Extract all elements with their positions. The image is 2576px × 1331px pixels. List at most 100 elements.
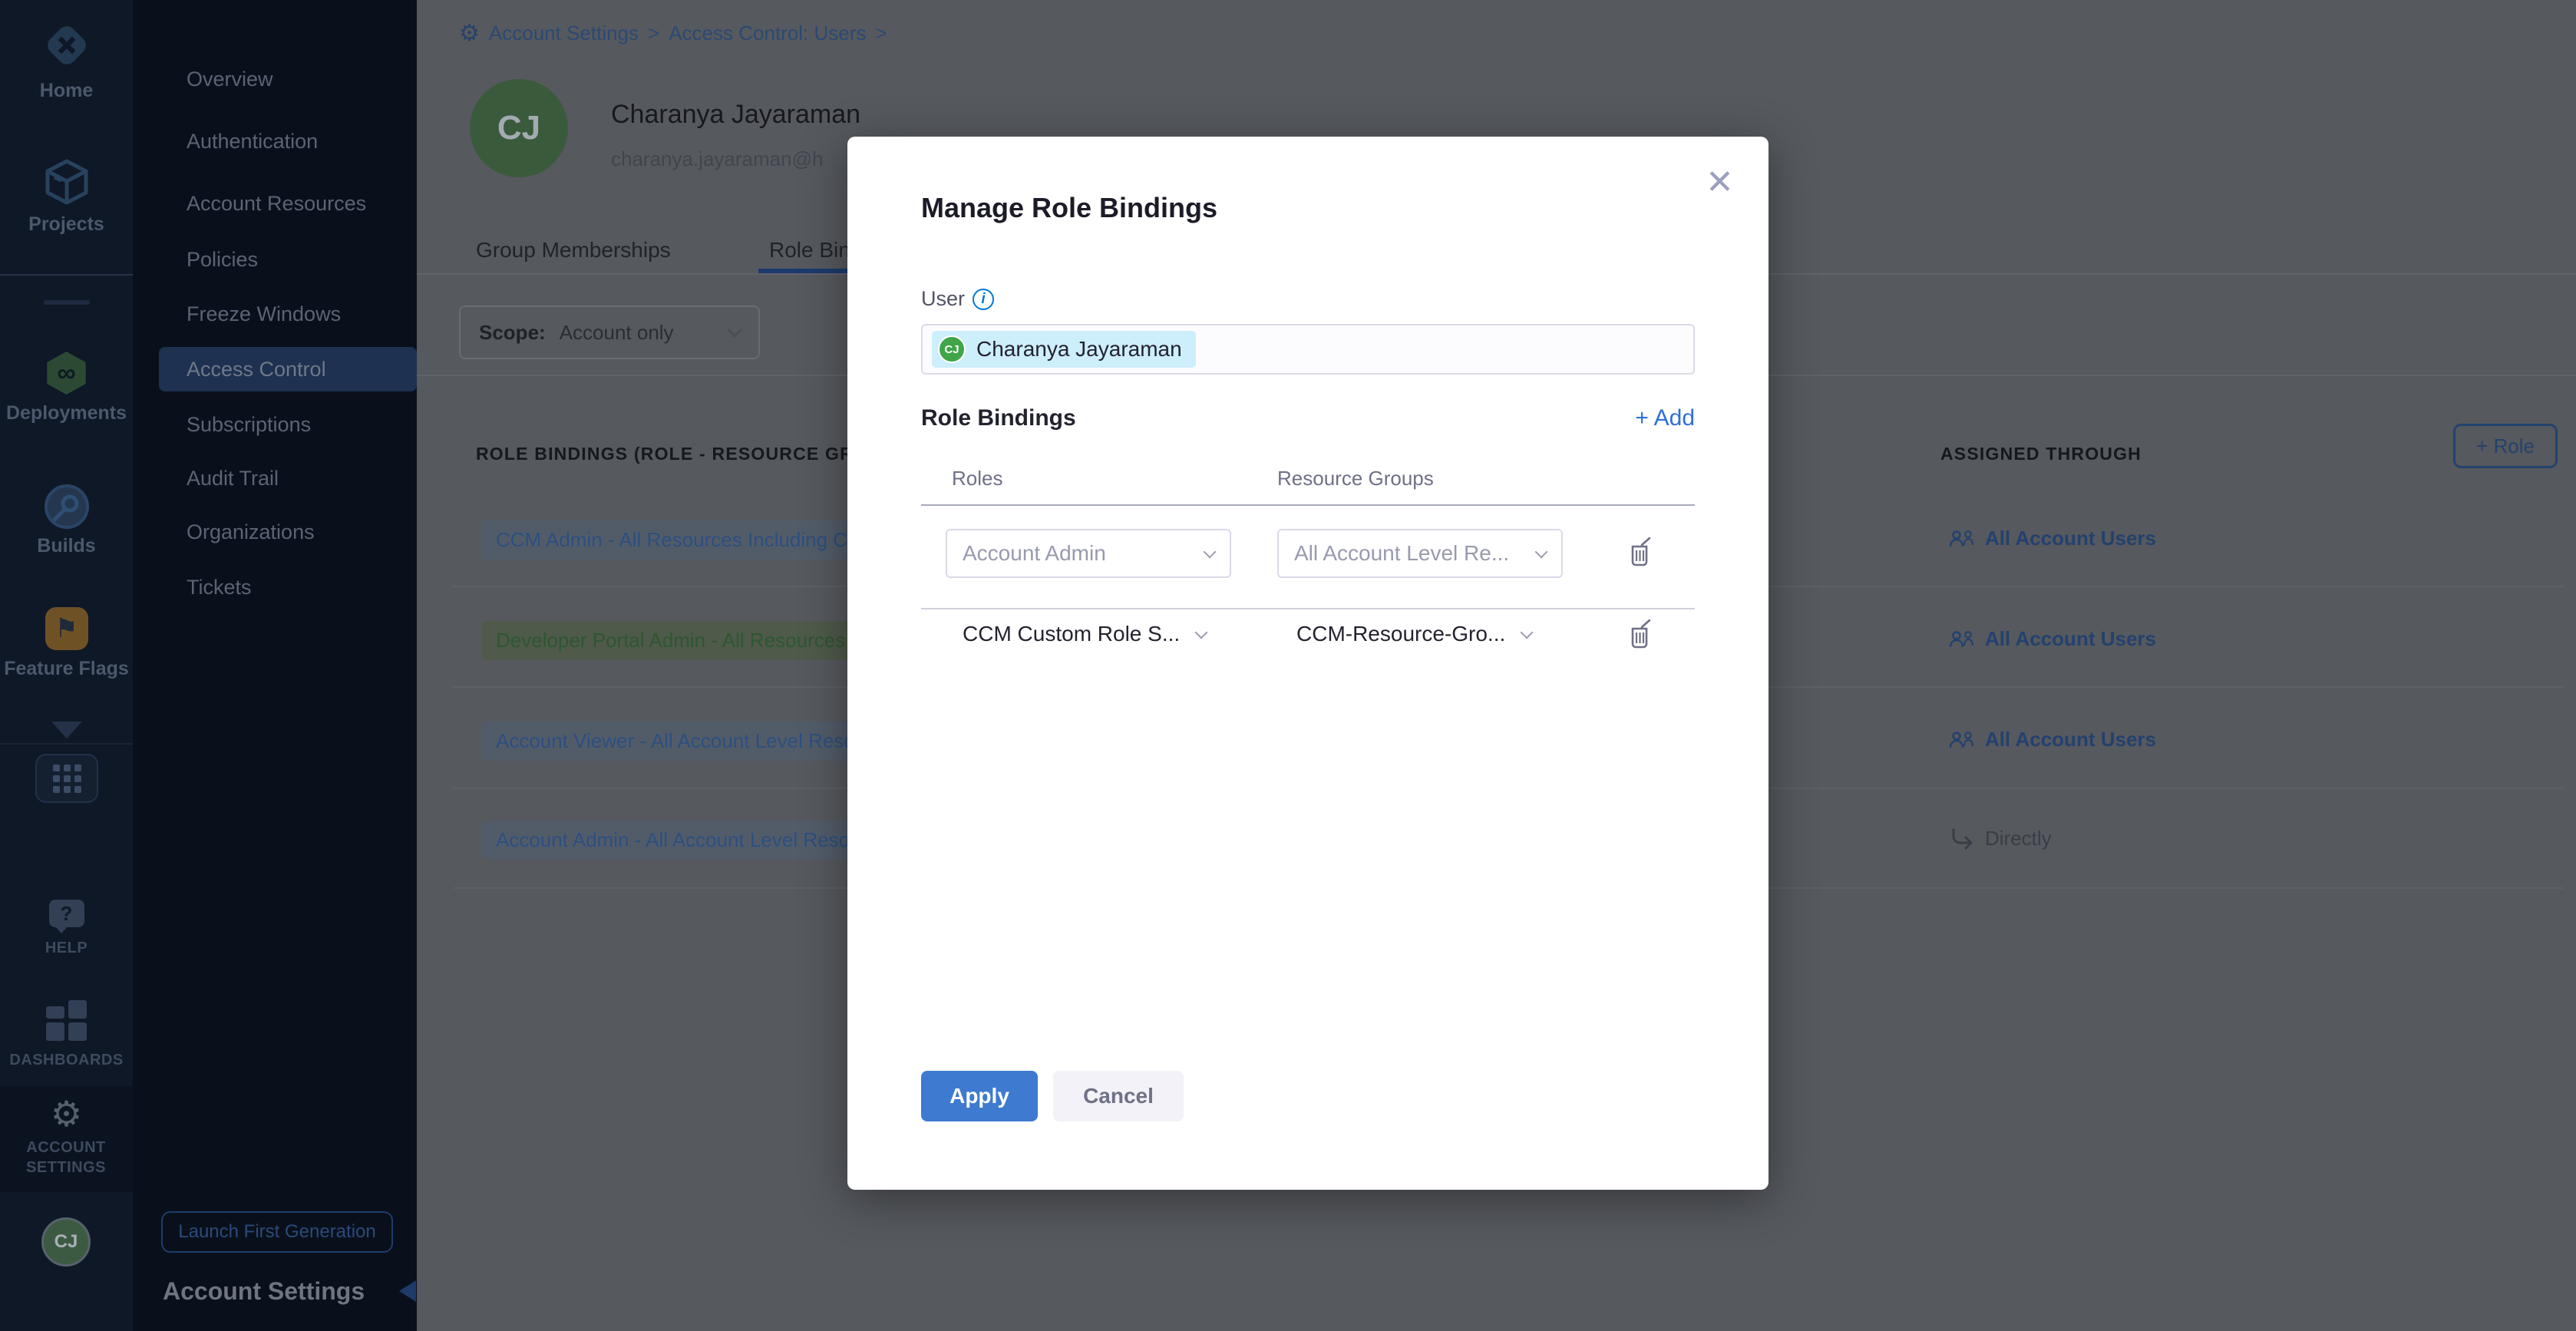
close-icon[interactable]: ✕	[1706, 163, 1734, 202]
breadcrumb-gear-icon: ⚙	[459, 20, 480, 47]
role-binding-chip[interactable]: Account Viewer - All Account Level Resou	[482, 722, 880, 761]
role-binding-chip[interactable]: CCM Admin - All Resources Including Chil	[482, 520, 881, 560]
module-grid-button[interactable]	[35, 754, 98, 803]
subnav-item-tickets[interactable]: Tickets	[187, 576, 252, 599]
assigned-through-label: All Account Users	[1985, 627, 2156, 651]
rail-label: HELP	[0, 940, 133, 957]
breadcrumb-access-control-users[interactable]: Access Control: Users	[669, 21, 866, 45]
resource-group-select-disabled[interactable]: All Account Level Re...	[1277, 529, 1563, 578]
profile-email: charanya.jayaraman@h	[611, 147, 823, 171]
assigned-through-link[interactable]: All Account Users	[1950, 728, 2156, 751]
subnav-item-access-control[interactable]: Access Control	[187, 358, 326, 381]
resource-group-select-value: All Account Level Re...	[1294, 541, 1509, 566]
tab-group-memberships[interactable]: Group Memberships	[476, 238, 671, 263]
rail-label: Feature Flags	[0, 658, 133, 680]
subnav-item-audit-trail[interactable]: Audit Trail	[187, 467, 279, 490]
modal-row-divider	[921, 608, 1695, 609]
rail-item-projects[interactable]: Projects	[0, 158, 133, 236]
rail-label: Projects	[0, 213, 133, 236]
chevron-down-icon	[727, 322, 742, 338]
scope-label: Scope:	[479, 321, 546, 345]
breadcrumb-separator: >	[875, 21, 887, 45]
user-group-icon	[1950, 731, 1976, 749]
rail-item-builds[interactable]: Builds	[0, 484, 133, 557]
user-group-icon	[1950, 530, 1976, 548]
subnav-item-account-resources[interactable]: Account Resources	[187, 192, 366, 216]
role-select-value: Account Admin	[963, 541, 1106, 566]
profile-name: Charanya Jayaraman	[611, 100, 860, 130]
modal-column-roles: Roles	[952, 467, 1002, 490]
add-role-binding-button[interactable]: + Add	[1635, 405, 1695, 431]
subnav-item-authentication[interactable]: Authentication	[187, 130, 318, 154]
chevron-down-icon	[1535, 545, 1548, 558]
role-bindings-section-title: Role Bindings	[921, 405, 1076, 431]
assigned-directly: Directly	[1950, 827, 2052, 850]
rail-label: DASHBOARDS	[0, 1052, 133, 1069]
rail-label: Deployments	[0, 402, 133, 424]
user-label-text: User	[921, 287, 965, 311]
modal-title: Manage Role Bindings	[921, 192, 1217, 224]
rail-item-deployments[interactable]: ∞ Deployments	[0, 352, 133, 424]
role-binding-chip[interactable]: Developer Portal Admin - All Resources I…	[482, 621, 881, 660]
gear-icon: ⚙	[0, 1096, 133, 1131]
subnav-item-subscriptions[interactable]: Subscriptions	[187, 413, 311, 437]
user-field-label: User i	[921, 287, 994, 311]
role-select[interactable]: CCM Custom Role S...	[963, 622, 1206, 646]
chevron-down-icon	[1204, 545, 1217, 558]
subnav-bottom-title: Account Settings	[163, 1277, 365, 1306]
add-role-button[interactable]: + Role	[2453, 424, 2558, 468]
breadcrumb-account-settings[interactable]: Account Settings	[489, 21, 639, 45]
rail-label: Builds	[0, 535, 133, 557]
deployments-icon: ∞	[45, 352, 88, 395]
assigned-through-link[interactable]: All Account Users	[1950, 627, 2156, 651]
scope-value: Account only	[560, 321, 674, 345]
assigned-through-link[interactable]: All Account Users	[1950, 527, 2156, 550]
user-chip-avatar: CJ	[938, 335, 966, 363]
dashboards-icon	[46, 1000, 87, 1041]
user-input[interactable]: CJ Charanya Jayaraman	[921, 324, 1695, 375]
assigned-through-label: Directly	[1985, 827, 2052, 850]
subnav-item-freeze-windows[interactable]: Freeze Windows	[187, 302, 341, 326]
apply-button[interactable]: Apply	[921, 1071, 1038, 1121]
subnav-item-overview[interactable]: Overview	[187, 68, 273, 91]
subnav-item-policies[interactable]: Policies	[187, 248, 258, 272]
user-avatar[interactable]: CJ	[41, 1217, 91, 1267]
manage-role-bindings-modal: ✕ Manage Role Bindings User i CJ Charany…	[847, 137, 1769, 1190]
rail-chevron-down-icon[interactable]	[51, 722, 82, 738]
role-select-disabled[interactable]: Account Admin	[946, 529, 1231, 578]
rail-dash	[44, 300, 90, 305]
column-header-role-bindings: ROLE BINDINGS (ROLE - RESOURCE GROUP)	[476, 444, 901, 464]
assigned-through-label: All Account Users	[1985, 728, 2156, 751]
rail-item-feature-flags[interactable]: ⚑ Feature Flags	[0, 607, 133, 680]
resource-group-select[interactable]: CCM-Resource-Gro...	[1296, 622, 1531, 646]
user-chip-name: Charanya Jayaraman	[976, 337, 1182, 362]
app-root: Home Projects ∞ Deployments Builds ⚑	[0, 0, 2576, 1331]
launch-first-generation-button[interactable]: Launch First Generation	[161, 1211, 393, 1253]
collapse-nav-icon[interactable]	[399, 1280, 416, 1302]
user-chip: CJ Charanya Jayaraman	[932, 331, 1196, 368]
directly-arrow-icon	[1950, 828, 1976, 850]
help-chat-icon: ?	[49, 900, 84, 927]
rail-label: ACCOUNT SETTINGS	[20, 1138, 112, 1177]
rail-item-home[interactable]: Home	[0, 17, 133, 102]
assigned-through-label: All Account Users	[1985, 527, 2156, 550]
rail-item-account-settings[interactable]: ⚙ ACCOUNT SETTINGS	[0, 1096, 133, 1177]
rail-section-divider	[0, 743, 133, 745]
role-select-value: CCM Custom Role S...	[963, 622, 1180, 646]
rail-item-help[interactable]: ? HELP	[0, 900, 133, 957]
resource-group-select-value: CCM-Resource-Gro...	[1296, 622, 1505, 646]
scope-select[interactable]: Scope: Account only	[459, 306, 760, 359]
delete-trash-icon[interactable]	[1628, 619, 1654, 650]
column-header-assigned-through: ASSIGNED THROUGH	[1940, 444, 2142, 464]
user-group-icon	[1950, 630, 1976, 649]
harness-logo-icon	[38, 17, 95, 74]
cancel-button[interactable]: Cancel	[1053, 1071, 1184, 1121]
breadcrumb-separator: >	[648, 21, 659, 45]
profile-avatar: CJ	[470, 79, 568, 177]
rail-item-dashboards[interactable]: DASHBOARDS	[0, 1000, 133, 1069]
info-icon[interactable]: i	[973, 289, 994, 310]
delete-trash-icon[interactable]	[1628, 537, 1654, 568]
grid-icon	[53, 765, 81, 793]
role-binding-chip[interactable]: Account Admin - All Account Level Resour	[482, 821, 881, 860]
subnav-item-organizations[interactable]: Organizations	[187, 520, 315, 544]
